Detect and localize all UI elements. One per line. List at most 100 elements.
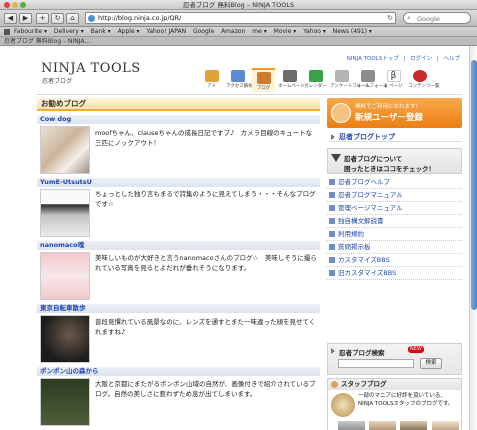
address-url[interactable]: http://blog.ninja.co.jp/QR/: [98, 13, 181, 24]
entry-thumbnail[interactable]: [40, 378, 90, 426]
bookmark-item[interactable]: Yahoo! JAPAN: [146, 28, 186, 35]
entry-description: 普段見慣れている風景なのに、レンズを通すとまた一味違った顔を見せてくれますね♪: [95, 318, 316, 336]
entry-title-link[interactable]: 東京自転車散歩: [37, 304, 320, 313]
help-link-item[interactable]: 質問掲示板: [327, 241, 462, 254]
close-window-button[interactable]: [4, 2, 10, 8]
add-bookmark-button[interactable]: +: [36, 13, 49, 24]
entry-thumbnail[interactable]: [40, 315, 90, 363]
entry-title-link[interactable]: Cow dog: [37, 115, 320, 124]
help-link-item[interactable]: 利用規約: [327, 228, 462, 241]
help-box-subtitle: 困ったときはココをチェック！: [344, 165, 435, 173]
entry-description: ちょっとした独り言もまるで詩集のように見えてしまう・・・そんなブログです☆: [95, 190, 316, 208]
bookmark-item[interactable]: Apple ▾: [118, 28, 140, 35]
back-button[interactable]: ◀: [4, 13, 17, 24]
bookmark-item[interactable]: Delivery ▾: [54, 28, 84, 35]
help-link-item[interactable]: 独自構文解説書: [327, 215, 462, 228]
help-box-title: 忍者ブログについて: [344, 155, 403, 163]
staff-faces: [338, 421, 461, 430]
sidebar: 無料でご利用になれます！ 新規ユーザー登録 忍者ブログトップ 忍者ブログについて…: [327, 98, 462, 430]
vertical-scrollbar[interactable]: [469, 46, 477, 430]
survey-form-icon: [334, 70, 349, 82]
bookmark-item[interactable]: Google: [193, 28, 214, 35]
help-link-item[interactable]: 管理ページマニュアル: [327, 202, 462, 215]
entry-title-link[interactable]: YumE-UtsutsU: [37, 178, 320, 187]
bookmarks-grid-icon[interactable]: [4, 29, 10, 35]
arrow-right-icon: [331, 348, 335, 354]
search-field[interactable]: ⌕: [403, 12, 471, 24]
beta-icon: β: [386, 70, 401, 82]
tab-bar: 忍者ブログ 無料Blog – NINJA...: [0, 37, 477, 46]
bookmark-item[interactable]: Yahoo ▾: [303, 28, 326, 35]
window-title: 忍者ブログ 無料Blog – NINJA TOOLS: [182, 1, 295, 9]
help-link-item[interactable]: 忍者ブログヘルプ: [327, 176, 462, 189]
staff-photo[interactable]: [369, 421, 397, 430]
bookmark-item[interactable]: me ▾: [252, 28, 266, 35]
address-bar[interactable]: http://blog.ninja.co.jp/QR/ ↻: [85, 12, 396, 24]
blog-top-link[interactable]: 忍者ブログトップ: [329, 132, 462, 142]
staff-photo[interactable]: [338, 421, 365, 430]
help-link-item[interactable]: 旧カスタマイズBBS: [327, 267, 462, 280]
minimize-window-button[interactable]: [12, 2, 18, 8]
help-link-item[interactable]: カスタマイズBBS: [327, 254, 462, 267]
tab-current[interactable]: 忍者ブログ 無料Blog – NINJA...: [4, 38, 90, 45]
zoom-window-button[interactable]: [20, 2, 26, 8]
nav-contents-list[interactable]: コンテンツ一覧: [408, 68, 440, 92]
nav-ad-label: アド: [207, 84, 216, 89]
funnel-icon: [331, 154, 341, 162]
nav-access-analysis[interactable]: アクセス解析: [226, 68, 253, 92]
entry-description: 美味しいものが大好きと言うnanomacoさんのブログ☆ 美味しそうに撮られてい…: [95, 254, 317, 272]
nav-blog[interactable]: ブログ: [252, 68, 275, 92]
staff-photo[interactable]: [431, 421, 459, 430]
link-help[interactable]: ヘルプ: [443, 56, 460, 62]
nav-beta-page[interactable]: β β ページ: [382, 68, 405, 92]
address-reload-icon[interactable]: ↻: [387, 13, 393, 24]
nav-mail-form[interactable]: メールフォーム: [356, 68, 387, 92]
link-ninja-tools-top[interactable]: NINJA TOOLSトップ: [347, 56, 399, 62]
bookmark-item[interactable]: Amazon: [221, 28, 245, 35]
bookmark-item[interactable]: Fabourite ▾: [14, 28, 47, 35]
staff-blog-box: スタッフブログ 一部のマニアに好評を頂いている、NINJA TOOLSスタッフの…: [327, 378, 462, 430]
staff-photo[interactable]: [400, 421, 428, 430]
blog-search-button[interactable]: 検索: [420, 358, 442, 369]
contents-list-icon: [412, 70, 427, 82]
help-box-header: 忍者ブログについて 困ったときはココをチェック！: [327, 148, 462, 174]
forward-button[interactable]: ▶: [19, 13, 32, 24]
link-login[interactable]: ログイン: [410, 56, 432, 62]
reload-button[interactable]: ↻: [51, 13, 64, 24]
scrollbar-thumb[interactable]: [471, 60, 477, 310]
entry-title-link[interactable]: nanomaco魂: [37, 241, 320, 250]
help-link-item[interactable]: 忍者ブログマニュアル: [327, 189, 462, 202]
site-header: NINJA TOOLS 忍者ブログ NINJA TOOLSトップ | ログイン …: [0, 46, 469, 94]
staff-blog-title[interactable]: スタッフブログ: [341, 380, 387, 388]
nav-survey-form[interactable]: アンケートフォーム: [330, 68, 371, 92]
nav-survey-label: アンケートフォーム: [330, 84, 371, 89]
window-titlebar: 忍者ブログ 無料Blog – NINJA TOOLS: [0, 0, 477, 10]
bookmark-item[interactable]: Movie ▾: [274, 28, 297, 35]
nav-calendar[interactable]: カレンダー: [304, 68, 327, 92]
search-input[interactable]: [417, 14, 469, 23]
nav-beta-label: β ページ: [384, 84, 403, 89]
entry-title-link[interactable]: ポンポン山の森から: [37, 367, 320, 376]
blog-search-input[interactable]: [338, 359, 414, 368]
entry-thumbnail[interactable]: [40, 126, 90, 174]
register-banner-title: 新規ユーザー登録: [355, 113, 423, 123]
entry-description: moofちゃん、clauseちゃんの成長日記ですブ♪ カメラ目線のキュートな三匹…: [95, 129, 313, 147]
bookmark-item[interactable]: News (491) ▾: [333, 28, 372, 35]
bookmarks-bar: Fabourite ▾ Delivery ▾ Bank ▾ Apple ▾ Ya…: [0, 27, 477, 37]
entry-description: 大阪と京都にまたがるポンポン山域の自然が、画像付きで紹介されているブログ。自然の…: [95, 380, 316, 398]
ad-icon: [204, 70, 219, 82]
entry-thumbnail[interactable]: [40, 252, 90, 300]
nav-ad[interactable]: アド: [200, 68, 223, 92]
help-link-label: 管理ページマニュアル: [338, 204, 403, 212]
site-logo[interactable]: NINJA TOOLS: [41, 61, 141, 76]
bookmark-item[interactable]: Bank ▾: [91, 28, 111, 35]
bullet-icon: [329, 192, 335, 198]
nav-homepage[interactable]: ホームページ: [278, 68, 305, 92]
bullet-icon: [329, 270, 335, 276]
bullet-icon: [329, 205, 335, 211]
home-button[interactable]: ⌂: [66, 13, 79, 24]
help-links: 忍者ブログヘルプ 忍者ブログマニュアル 管理ページマニュアル 独自構文解説書 利…: [327, 176, 462, 280]
entry-thumbnail[interactable]: [40, 189, 90, 237]
arrow-right-icon: [331, 134, 335, 140]
register-banner[interactable]: 無料でご利用になれます！ 新規ユーザー登録: [327, 98, 462, 128]
